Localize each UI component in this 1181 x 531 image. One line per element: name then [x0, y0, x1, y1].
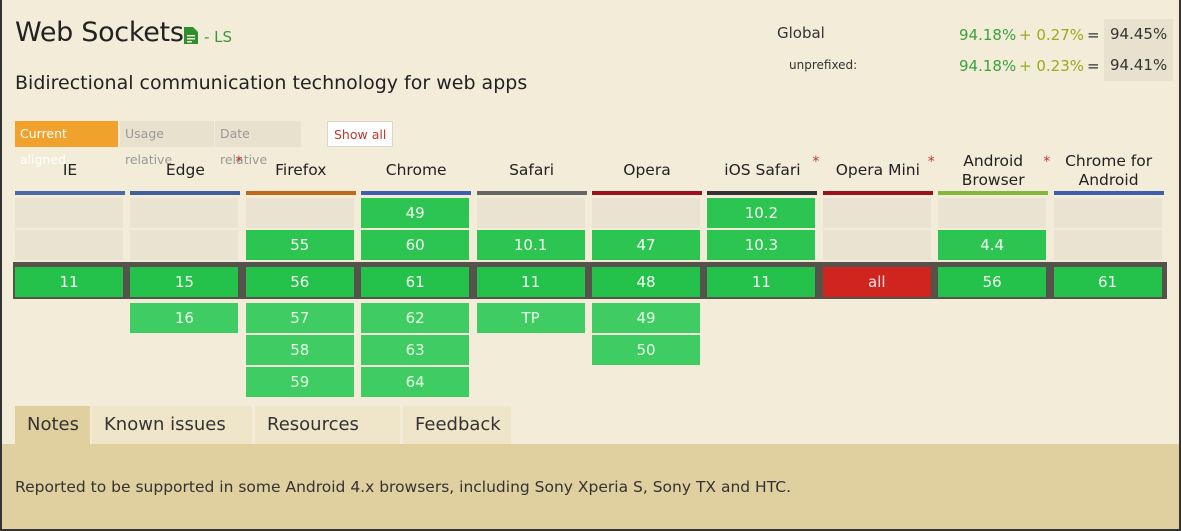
browser-color-bar [361, 191, 472, 195]
browser-name: iOS Safari [724, 161, 801, 179]
empty-cell [938, 198, 1047, 228]
future-version-cell[interactable]: 59 [245, 367, 354, 397]
version-cell[interactable]: 49 [361, 198, 470, 228]
future-version-cell[interactable]: 63 [361, 335, 470, 365]
version-cell[interactable]: 47 [592, 230, 700, 260]
browser-color-bar [245, 191, 356, 195]
global-partial: + 0.27% [1019, 26, 1084, 44]
empty-cell [1053, 198, 1162, 228]
usage-relative-toggle[interactable]: Usage relative [120, 121, 214, 167]
global-label: Global [777, 24, 825, 42]
current-version-cell[interactable]: 61 [361, 267, 470, 297]
unprefixed-supported: 94.18% [959, 57, 1017, 75]
current-version-cell[interactable]: 61 [1053, 267, 1162, 297]
future-version-cell[interactable]: 49 [592, 303, 700, 333]
empty-cell [592, 198, 700, 228]
tab-resources[interactable]: Resources (10) [255, 406, 400, 473]
version-cell[interactable]: 10.3 [707, 230, 816, 260]
feature-title: Web Sockets [15, 17, 184, 48]
browser-name: Android Browser [961, 151, 1025, 189]
future-version-cell[interactable]: TP [476, 303, 585, 333]
current-aligned-toggle[interactable]: Current aligned [15, 121, 118, 167]
note-star-icon[interactable]: * [812, 154, 819, 170]
browser-name: Opera [623, 161, 671, 179]
future-version-cell[interactable]: 16 [130, 303, 239, 333]
version-cell[interactable]: 60 [361, 230, 470, 260]
browser-name: Safari [509, 161, 555, 179]
future-version-cell[interactable]: 58 [245, 335, 354, 365]
browser-color-bar [592, 191, 702, 195]
note-star-icon[interactable]: * [928, 154, 935, 170]
empty-cell [15, 230, 123, 260]
empty-cell [1053, 230, 1162, 260]
date-relative-toggle[interactable]: Date relative [215, 121, 301, 167]
empty-cell [15, 198, 123, 228]
browser-color-bar [1053, 191, 1164, 195]
current-version-cell[interactable]: 11 [707, 267, 816, 297]
global-total: 94.45% [1104, 19, 1174, 50]
browser-name: Opera Mini [835, 161, 920, 179]
global-supported: 94.18% [959, 26, 1017, 44]
empty-cell [130, 198, 239, 228]
unprefixed-equals: = [1087, 57, 1100, 75]
browser-color-bar [707, 191, 818, 195]
empty-cell [822, 198, 931, 228]
future-version-cell[interactable]: 64 [361, 367, 470, 397]
tab-feedback[interactable]: Feedback [403, 406, 511, 444]
empty-cell [822, 230, 931, 260]
future-version-cell[interactable]: 57 [245, 303, 354, 333]
current-version-cell[interactable]: 11 [476, 267, 585, 297]
browser-color-bar [822, 191, 933, 195]
current-version-cell[interactable]: 56 [938, 267, 1047, 297]
current-version-cell[interactable]: 11 [15, 267, 123, 297]
empty-cell [130, 230, 239, 260]
browser-color-bar [938, 191, 1049, 195]
show-all-button[interactable]: Show all [327, 121, 394, 147]
unprefixed-total: 94.41% [1104, 50, 1174, 81]
global-equals: = [1087, 26, 1100, 44]
browser-name: Firefox [275, 161, 327, 179]
browser-name: Edge [165, 161, 205, 179]
browser-color-bar [15, 191, 125, 195]
current-version-cell[interactable]: all [822, 267, 931, 297]
unprefixed-partial: + 0.23% [1019, 57, 1084, 75]
unprefixed-label: unprefixed: [789, 58, 858, 72]
current-version-cell[interactable]: 56 [245, 267, 354, 297]
browser-name: Chrome [385, 161, 447, 179]
note-star-icon[interactable]: * [235, 154, 242, 170]
version-cell[interactable]: 4.4 [938, 230, 1047, 260]
future-version-cell[interactable]: 50 [592, 335, 700, 365]
version-cell[interactable]: 10.1 [476, 230, 585, 260]
document-icon[interactable] [184, 27, 198, 44]
version-cell[interactable]: 10.2 [707, 198, 816, 228]
current-version-cell[interactable]: 48 [592, 267, 700, 297]
tab-known-issues[interactable]: Known issues (1) [92, 406, 252, 473]
future-version-cell[interactable]: 62 [361, 303, 470, 333]
tab-notes[interactable]: Notes [15, 406, 90, 444]
note-star-icon[interactable]: * [1043, 154, 1050, 170]
feature-description: Bidirectional communication technology f… [15, 72, 528, 94]
empty-cell [245, 198, 354, 228]
browser-color-bar [130, 191, 241, 195]
browser-color-bar [476, 191, 587, 195]
version-cell[interactable]: 55 [245, 230, 354, 260]
browser-name: IE [62, 161, 78, 179]
spec-status-link[interactable]: - LS [204, 28, 232, 46]
browser-name: Chrome for Android [1065, 151, 1153, 189]
note-text: Reported to be supported in some Android… [15, 478, 792, 496]
empty-cell [476, 198, 585, 228]
current-version-cell[interactable]: 15 [130, 267, 239, 297]
